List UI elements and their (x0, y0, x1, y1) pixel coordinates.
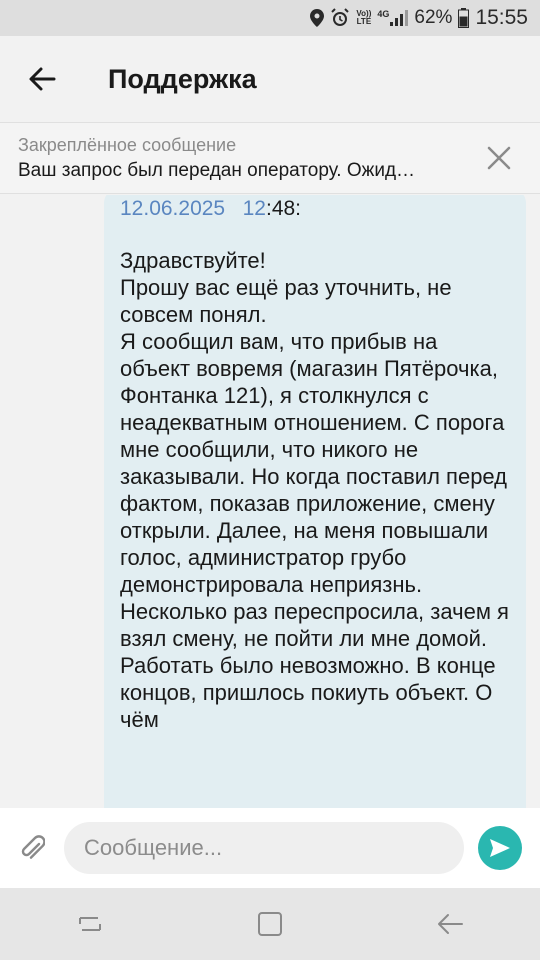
send-icon (490, 839, 510, 857)
message-bubble[interactable]: 12.06.2025 12:48: Здравствуйте! Прошу ва… (104, 195, 526, 808)
message-time-hour: 12 (242, 197, 266, 220)
pinned-label: Закреплённое сообщение (18, 135, 237, 155)
location-icon (310, 9, 325, 27)
send-button[interactable] (478, 826, 522, 870)
close-icon (487, 146, 511, 170)
pinned-text: Ваш запрос был передан оператору. Ожид… (18, 160, 416, 181)
nav-back-button[interactable] (410, 888, 490, 960)
battery-icon (458, 8, 470, 28)
recent-apps-icon (79, 917, 101, 931)
volte-bottom-text: LTE (356, 17, 372, 26)
paperclip-icon (21, 835, 45, 859)
home-icon (258, 912, 282, 936)
signal-icon: 4G (377, 9, 409, 26)
pinned-close-button[interactable] (484, 143, 514, 173)
attach-button[interactable] (0, 808, 64, 888)
composer (0, 808, 540, 888)
volte-icon: Vo)) LTE (356, 10, 371, 26)
message-text: Здравствуйте! Прошу вас ещё раз уточнить… (120, 248, 509, 732)
page-title: Поддержка (108, 63, 257, 94)
battery-percent: 62% (414, 7, 453, 28)
clock: 15:55 (475, 6, 528, 29)
home-button[interactable] (230, 888, 310, 960)
pinned-message[interactable]: Закреплённое сообщение Ваш запрос был пе… (0, 122, 540, 194)
app-bar: Поддержка (0, 36, 540, 122)
arrow-left-icon (29, 67, 56, 91)
message-timestamp: 12.06.2025 12:48: (120, 197, 510, 221)
message-date: 12.06.2025 (120, 197, 226, 220)
alarm-icon (330, 8, 350, 28)
chat-area[interactable]: 12.06.2025 12:48: Здравствуйте! Прошу ва… (0, 195, 540, 808)
message-time-rest: :48: (265, 197, 302, 220)
message-input[interactable] (64, 822, 464, 874)
network-type: 4G (377, 9, 390, 19)
back-icon (438, 914, 463, 934)
recent-apps-button[interactable] (50, 888, 130, 960)
system-nav-bar (0, 888, 540, 960)
status-bar: Vo)) LTE 4G 62% 15:55 (0, 0, 540, 36)
back-button[interactable] (0, 36, 84, 122)
